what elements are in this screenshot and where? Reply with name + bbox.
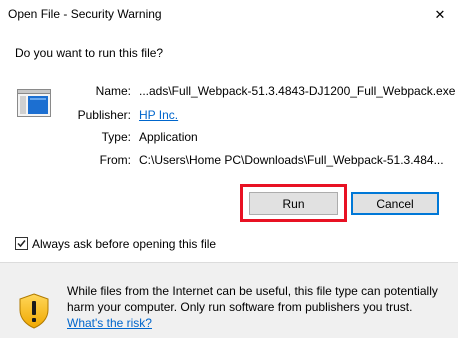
window-title: Open File - Security Warning [8, 7, 162, 21]
publisher-label: Publisher: [77, 108, 131, 122]
shield-warning-icon [19, 293, 49, 329]
application-window-icon [17, 89, 51, 117]
warning-text: While files from the Internet can be use… [67, 284, 438, 314]
always-ask-label[interactable]: Always ask before opening this file [32, 237, 216, 251]
run-button[interactable]: Run [249, 192, 338, 215]
type-value: Application [139, 130, 198, 144]
cancel-button[interactable]: Cancel [351, 192, 439, 215]
warning-message: While files from the Internet can be use… [67, 283, 447, 331]
name-value: ...ads\Full_Webpack-51.3.4843-DJ1200_Ful… [139, 84, 456, 98]
whats-the-risk-link[interactable]: What's the risk? [67, 316, 152, 330]
checkmark-icon [17, 240, 26, 248]
always-ask-checkbox[interactable] [15, 237, 28, 250]
publisher-link[interactable]: HP Inc. [139, 108, 178, 122]
from-label: From: [99, 153, 131, 167]
type-label: Type: [101, 130, 131, 144]
close-icon: ✕ [434, 7, 446, 22]
from-value: C:\Users\Home PC\Downloads\Full_Webpack-… [139, 153, 444, 167]
dialog-question: Do you want to run this file? [15, 46, 164, 60]
name-label: Name: [95, 84, 131, 98]
title-bar: Open File - Security Warning ✕ [0, 0, 458, 30]
close-button[interactable]: ✕ [422, 0, 458, 30]
